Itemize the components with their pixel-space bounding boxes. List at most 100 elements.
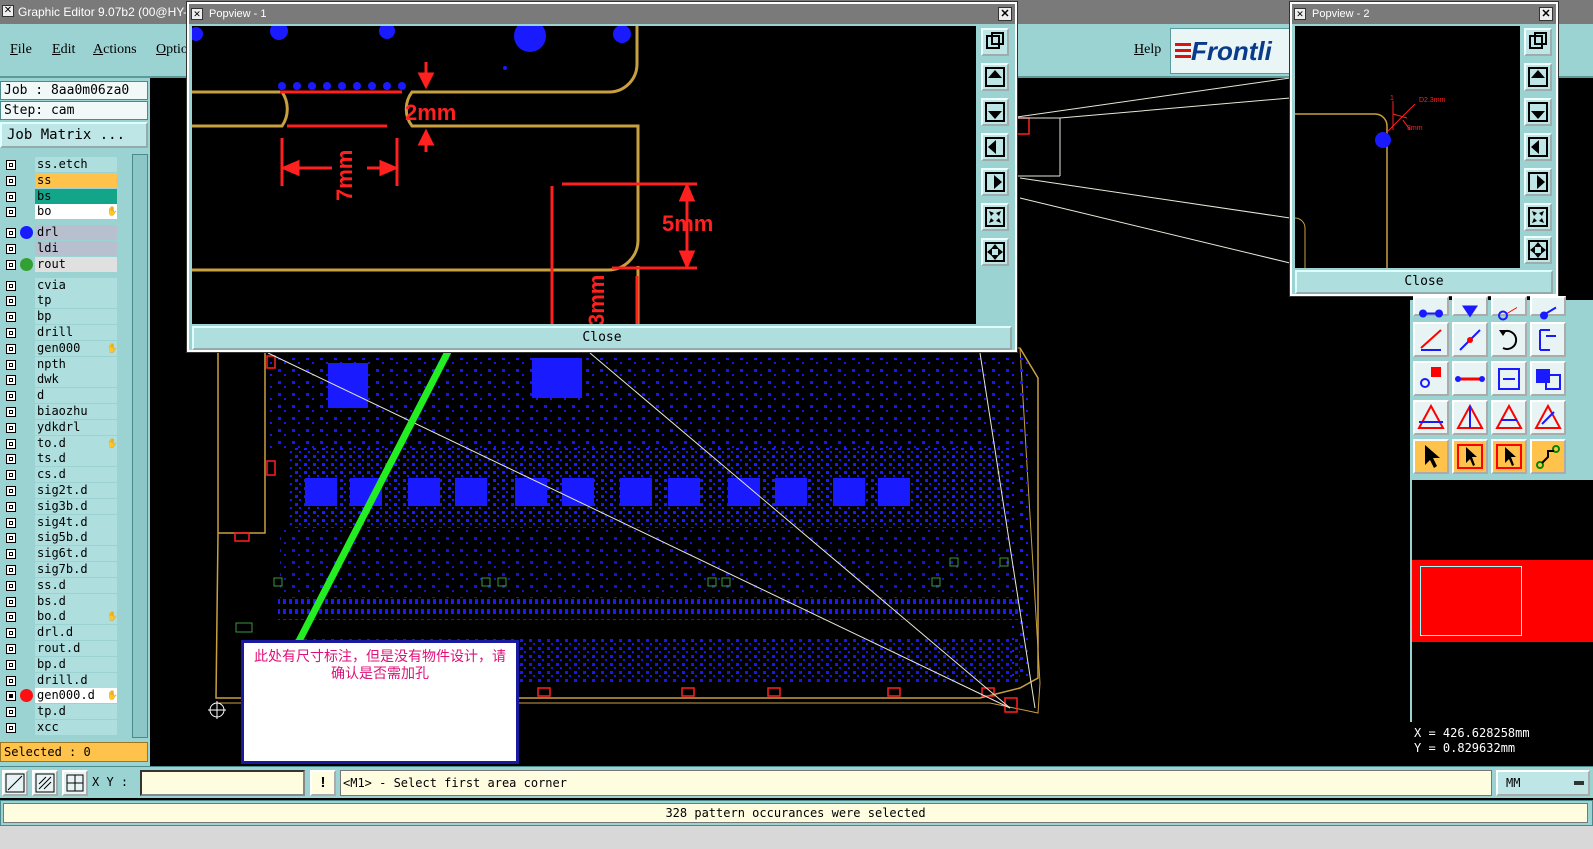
tool-triangle-2-button[interactable] [1452,400,1488,435]
menu-options[interactable]: Optio [156,42,188,58]
layer-checkbox[interactable] [6,160,16,170]
layer-checkbox[interactable] [6,596,16,607]
layer-name[interactable]: bs.d [35,593,117,609]
layer-checkbox[interactable] [6,533,16,544]
layer-row[interactable]: sig4t.d [0,514,120,530]
layer-name[interactable]: dwk [35,372,117,388]
tool-triangle-4-button[interactable] [1530,400,1566,435]
layer-checkbox[interactable] [6,207,16,218]
layer-name[interactable]: ts.d [35,451,117,467]
tool-triangle-1-button[interactable] [1413,400,1449,435]
layer-name[interactable]: ss.etch [35,157,117,172]
popview-2-restore-button[interactable] [1524,28,1552,56]
layer-name[interactable]: bs [35,188,117,204]
layer-name[interactable]: cs.d [35,467,117,483]
layer-checkbox[interactable] [6,191,16,202]
layer-row[interactable]: tp [0,293,120,309]
tool-pointer-area-button[interactable] [1491,439,1527,474]
layer-name[interactable]: xcc [35,720,117,735]
layer-name[interactable]: drl [35,225,117,241]
layer-row[interactable]: bs.d [0,593,120,609]
layer-checkbox[interactable] [6,244,16,254]
layer-checkbox[interactable] [6,228,16,239]
layer-row[interactable]: drl.d [0,625,120,641]
layer-name[interactable]: gen000 [35,340,117,356]
layer-checkbox[interactable] [6,280,16,291]
layer-name[interactable]: ss [35,172,117,188]
layer-name[interactable]: ydkdrl [35,419,117,435]
layer-name[interactable]: drill.d [35,672,117,688]
tool-bracket-button[interactable] [1530,322,1566,357]
layer-name[interactable]: rout.d [35,641,117,656]
layer-checkbox[interactable] [6,501,16,512]
layer-name[interactable]: sig6t.d [35,546,117,562]
layer-row[interactable]: bp.d [0,656,120,672]
tool-line-button[interactable] [1452,361,1488,396]
layer-row[interactable]: biaozhu [0,404,120,419]
popview-1-view[interactable]: 2mm 7mm 5mm 3mm [192,26,976,324]
layer-row[interactable]: ts.d [0,451,120,467]
layer-checkbox[interactable] [6,486,16,496]
layer-checkbox[interactable] [6,175,16,186]
layer-checkbox[interactable] [6,296,16,307]
popview-2-zoom-in-button[interactable] [1524,236,1552,264]
layer-name[interactable]: sig7b.d [35,562,117,577]
layer-checkbox[interactable] [6,328,16,338]
tool-point-button[interactable] [1530,296,1566,320]
popview-1-zoom-out-button[interactable] [981,203,1009,231]
popview-1-pan-down-button[interactable] [981,98,1009,126]
layer-name[interactable]: biaozhu [35,404,117,419]
layer-checkbox[interactable] [6,422,16,433]
popview-1-close-button[interactable]: Close [192,326,1012,350]
layer-row[interactable]: to.d ✋ [0,435,120,451]
layer-row[interactable]: sig2t.d [0,483,120,498]
layer-checkbox[interactable] [6,549,16,560]
layer-checkbox[interactable] [6,707,16,718]
layer-checkbox[interactable] [6,359,16,370]
layer-name[interactable]: drl.d [35,625,117,641]
layer-row[interactable]: sig5b.d [0,530,120,546]
layer-name[interactable]: bo.d [35,609,117,625]
layer-name[interactable]: bp.d [35,656,117,672]
zoom-grid-icon[interactable] [32,770,58,796]
layer-name[interactable]: d [35,388,117,404]
tool-pointer-box-button[interactable] [1452,439,1488,474]
layer-checkbox[interactable] [6,565,16,575]
layer-checkbox[interactable] [6,723,16,733]
popview-1-close-icon[interactable]: ✕ [998,7,1012,21]
menu-actions[interactable]: Actions [93,42,137,58]
popview-2-pan-up-button[interactable] [1524,63,1552,91]
layer-checkbox[interactable] [6,391,16,402]
layer-row[interactable]: sig7b.d [0,562,120,577]
tool-copy-button[interactable] [1530,361,1566,396]
popview-2-pan-right-button[interactable] [1524,168,1552,196]
layer-checkbox[interactable] [6,407,16,417]
popview-2-view[interactable]: D2.3mm 1 3mm [1295,26,1520,268]
layer-row[interactable]: ldi [0,241,120,256]
popview-2-close-button[interactable]: Close [1295,270,1553,294]
layer-row[interactable]: sig6t.d [0,546,120,562]
menu-edit[interactable]: Edit [52,42,75,58]
layer-checkbox[interactable] [6,628,16,639]
layer-row[interactable]: xcc [0,720,120,735]
layer-name[interactable]: tp [35,293,117,309]
layer-name[interactable]: ss.d [35,577,117,593]
tool-fit-button[interactable] [1491,361,1527,396]
layer-name[interactable]: sig2t.d [35,483,117,498]
bang-button[interactable]: ! [310,770,336,796]
window-menu-icon[interactable]: ✕ [2,5,14,17]
popview-2-pan-left-button[interactable] [1524,133,1552,161]
layer-row[interactable]: cs.d [0,467,120,483]
tool-select-box-button[interactable] [1413,361,1449,396]
layer-row[interactable]: ydkdrl [0,419,120,435]
layer-row[interactable]: cvia [0,277,120,293]
layer-row[interactable]: rout [0,256,120,272]
crosshair-icon[interactable] [62,770,88,796]
layer-name[interactable]: tp.d [35,704,117,720]
layer-row[interactable]: ss.etch [0,157,120,172]
job-matrix-button[interactable]: Job Matrix ... [0,122,148,148]
layer-row[interactable]: ss.d [0,577,120,593]
popview-1-zoom-in-button[interactable] [981,238,1009,266]
tool-net-button[interactable] [1530,439,1566,474]
layer-name[interactable]: cvia [35,277,117,293]
